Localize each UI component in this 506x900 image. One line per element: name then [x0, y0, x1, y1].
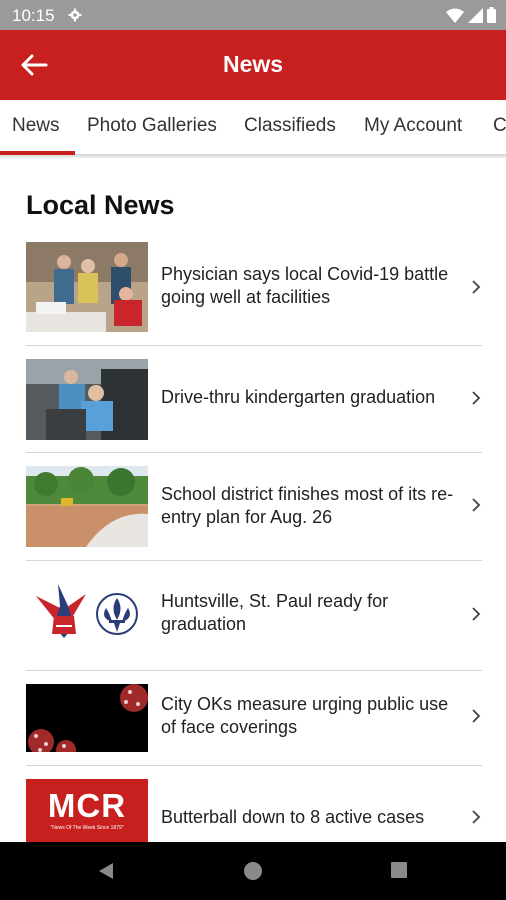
list-item[interactable]: City OKs measure urging public use of fa… [26, 684, 482, 754]
divider [26, 560, 482, 561]
mcr-logo-text: MCR [47, 787, 127, 824]
article-thumbnail-logos [26, 576, 148, 656]
wifi-icon [446, 8, 464, 23]
article-headline: School district finishes most of its re-… [161, 484, 454, 527]
signal-icon [468, 7, 483, 23]
square-recents-icon[interactable] [390, 861, 408, 879]
tab-photo-galleries[interactable]: Photo Galleries [87, 100, 217, 154]
circle-home-icon[interactable] [243, 861, 263, 881]
gear-icon [68, 8, 82, 22]
article-thumbnail [26, 466, 148, 547]
tab-classifieds[interactable]: Classifieds [244, 100, 336, 154]
list-item[interactable]: Physician says local Covid-19 battle goi… [26, 242, 482, 334]
app-bar: News [0, 30, 506, 100]
divider [26, 765, 482, 766]
chevron-right-icon [472, 280, 481, 294]
article-headline: Drive-thru kindergarten graduation [161, 387, 436, 407]
article-headline: City OKs measure urging public use of fa… [161, 694, 449, 737]
chevron-right-icon [472, 607, 481, 621]
status-time: 10:15 [12, 6, 55, 25]
article-thumbnail [26, 359, 148, 440]
fleur-de-lis-icon [96, 593, 138, 635]
divider [26, 345, 482, 346]
list-item[interactable]: Drive-thru kindergarten graduation [26, 359, 482, 441]
article-headline: Butterball down to 8 active cases [161, 807, 425, 827]
chevron-right-icon [472, 391, 481, 405]
article-thumbnail [26, 242, 148, 332]
article-thumbnail-logo: MCR "News Of The Week Since 1879" [26, 779, 148, 842]
chevron-right-icon [472, 810, 481, 824]
triangle-back-icon[interactable] [96, 861, 116, 881]
tab-news[interactable]: News [12, 100, 60, 154]
article-thumbnail [26, 684, 148, 752]
tab-my-account[interactable]: My Account [364, 100, 462, 154]
tab-bar: News Photo Galleries Classifieds My Acco… [0, 100, 506, 155]
mcr-logo-tagline: "News Of The Week Since 1879" [50, 825, 124, 831]
status-bar: 10:15 [0, 0, 506, 30]
tab-shadow [0, 155, 506, 159]
system-nav-bar [0, 842, 506, 900]
divider [26, 670, 482, 671]
status-icons [446, 7, 496, 23]
page-title: News [222, 51, 284, 77]
article-headline: Physician says local Covid-19 battle goi… [161, 264, 449, 307]
battery-icon [487, 7, 496, 23]
divider [26, 452, 482, 453]
list-item[interactable]: Huntsville, St. Paul ready for graduatio… [26, 574, 482, 658]
chevron-right-icon [472, 498, 481, 512]
article-headline: Huntsville, St. Paul ready for graduatio… [161, 591, 389, 634]
list-item[interactable]: School district finishes most of its re-… [26, 466, 482, 548]
chevron-right-icon [472, 709, 481, 723]
section-title: Local News [26, 190, 175, 220]
list-item[interactable]: MCR "News Of The Week Since 1879" Butter… [26, 779, 482, 842]
tab-overflow[interactable]: C [493, 100, 506, 154]
